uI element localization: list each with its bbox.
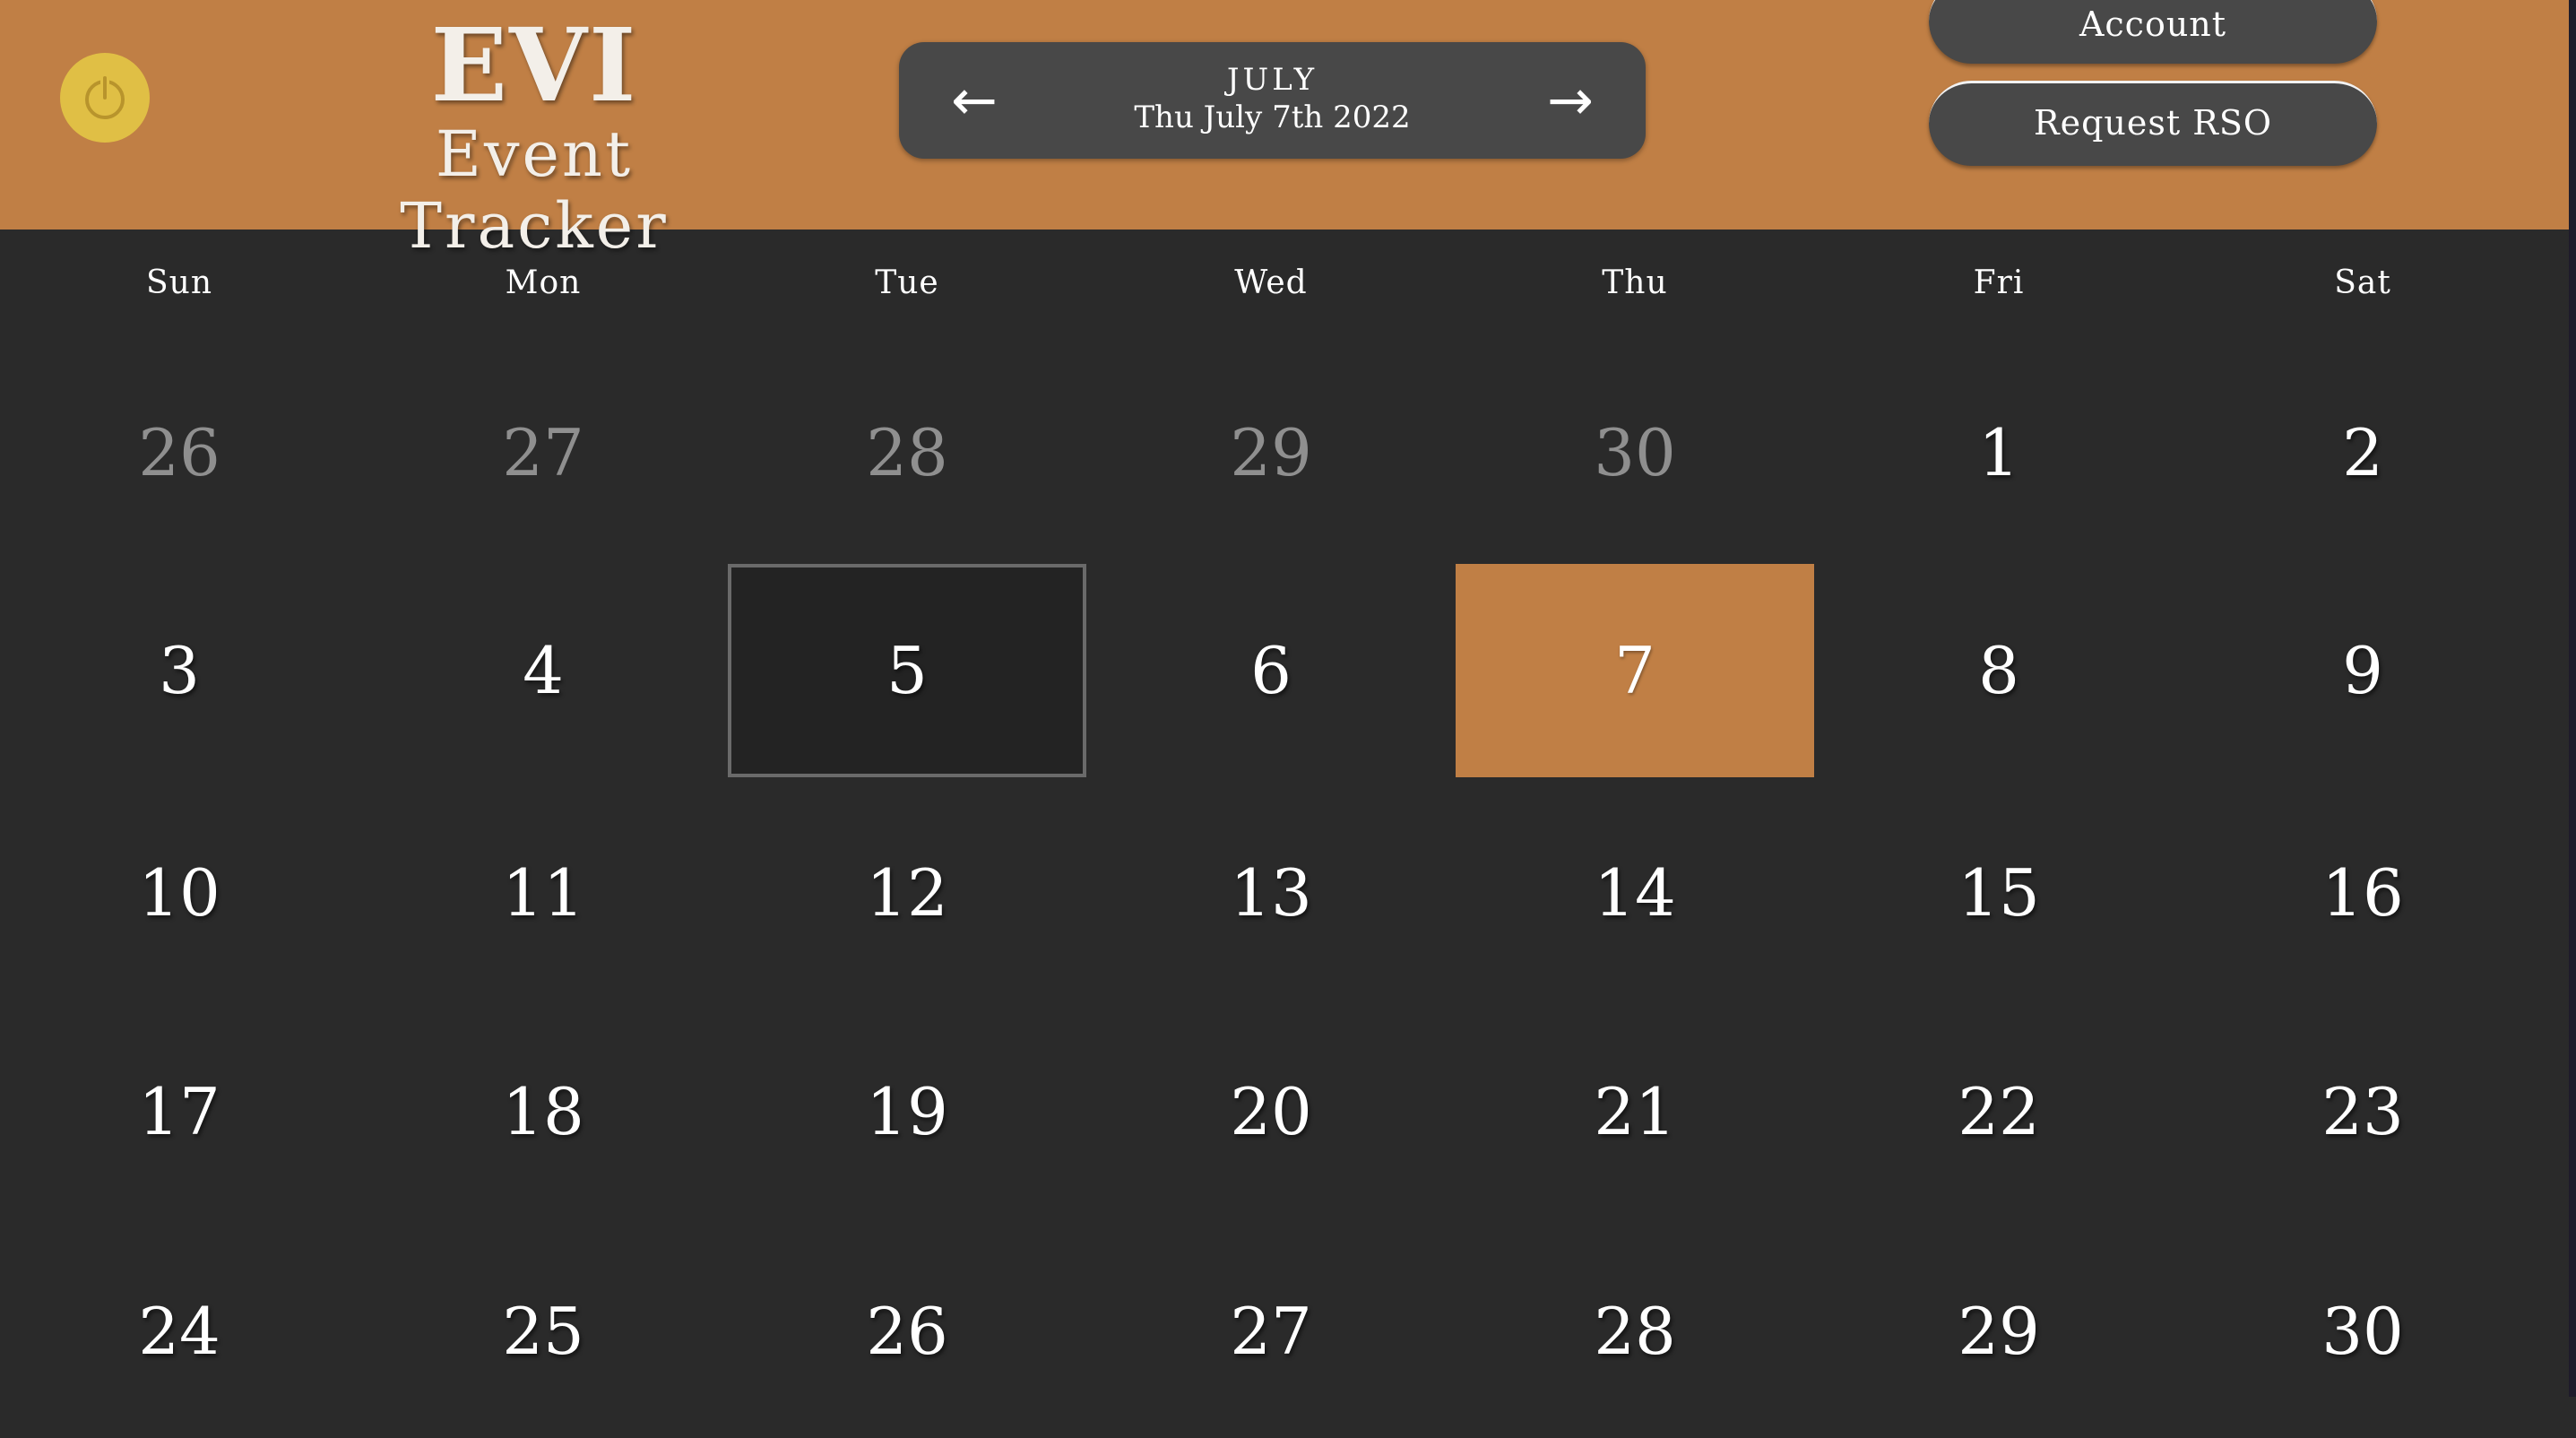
calendar-day-cell[interactable]: 8 xyxy=(1820,564,2178,777)
calendar-day-cell[interactable]: 4 xyxy=(364,564,722,777)
calendar-day-cell[interactable]: 12 xyxy=(728,786,1086,1000)
calendar-day-cell[interactable]: 26 xyxy=(0,346,359,559)
calendar-day-cell[interactable]: 24 xyxy=(0,1225,359,1438)
calendar-day-cell[interactable]: 13 xyxy=(1092,786,1450,1000)
calendar-day-cell[interactable]: 6 xyxy=(1092,564,1450,777)
calendar-day-cell[interactable]: 30 xyxy=(1456,346,1814,559)
calendar-day-cell[interactable]: 23 xyxy=(2183,1005,2542,1218)
calendar-day-cell[interactable]: 9 xyxy=(2183,564,2542,777)
calendar-day-cell[interactable]: 2 xyxy=(2183,346,2542,559)
calendar-day-cell[interactable]: 10 xyxy=(0,786,359,1000)
calendar-day-cell[interactable]: 18 xyxy=(364,1005,722,1218)
calendar-day-cell[interactable]: 15 xyxy=(1820,786,2178,1000)
calendar-day-cell-selected[interactable]: 5 xyxy=(728,564,1086,777)
calendar-day-cell[interactable]: 3 xyxy=(0,564,359,777)
calendar-day-cell[interactable]: 26 xyxy=(728,1225,1086,1438)
calendar-day-cell[interactable]: 19 xyxy=(728,1005,1086,1218)
calendar-day-cell-today[interactable]: 7 xyxy=(1456,564,1814,777)
calendar-day-cell[interactable]: 11 xyxy=(364,786,722,1000)
calendar-day-cell[interactable]: 14 xyxy=(1456,786,1814,1000)
calendar-day-cell[interactable]: 16 xyxy=(2183,786,2542,1000)
calendar-day-cell[interactable]: 22 xyxy=(1820,1005,2178,1218)
calendar-day-cell[interactable]: 25 xyxy=(364,1225,722,1438)
calendar-day-cell[interactable]: 21 xyxy=(1456,1005,1814,1218)
calendar-day-cell[interactable]: 30 xyxy=(2183,1225,2542,1438)
calendar-day-cell[interactable]: 17 xyxy=(0,1005,359,1218)
calendar-grid: 26 27 28 29 30 1 2 3 4 5 6 7 8 9 10 11 12 13 14 15 16 17 18 19 2… xyxy=(0,0,2569,1397)
calendar-day-cell[interactable]: 29 xyxy=(1820,1225,2178,1438)
calendar-day-cell[interactable]: 27 xyxy=(364,346,722,559)
calendar-day-cell[interactable]: 29 xyxy=(1092,346,1450,559)
calendar-day-cell[interactable]: 1 xyxy=(1820,346,2178,559)
window-edge xyxy=(2569,0,2576,1397)
calendar-day-cell[interactable]: 28 xyxy=(728,346,1086,559)
calendar-day-cell[interactable]: 20 xyxy=(1092,1005,1450,1218)
calendar-day-cell[interactable]: 27 xyxy=(1092,1225,1450,1438)
calendar-day-cell[interactable]: 28 xyxy=(1456,1225,1814,1438)
